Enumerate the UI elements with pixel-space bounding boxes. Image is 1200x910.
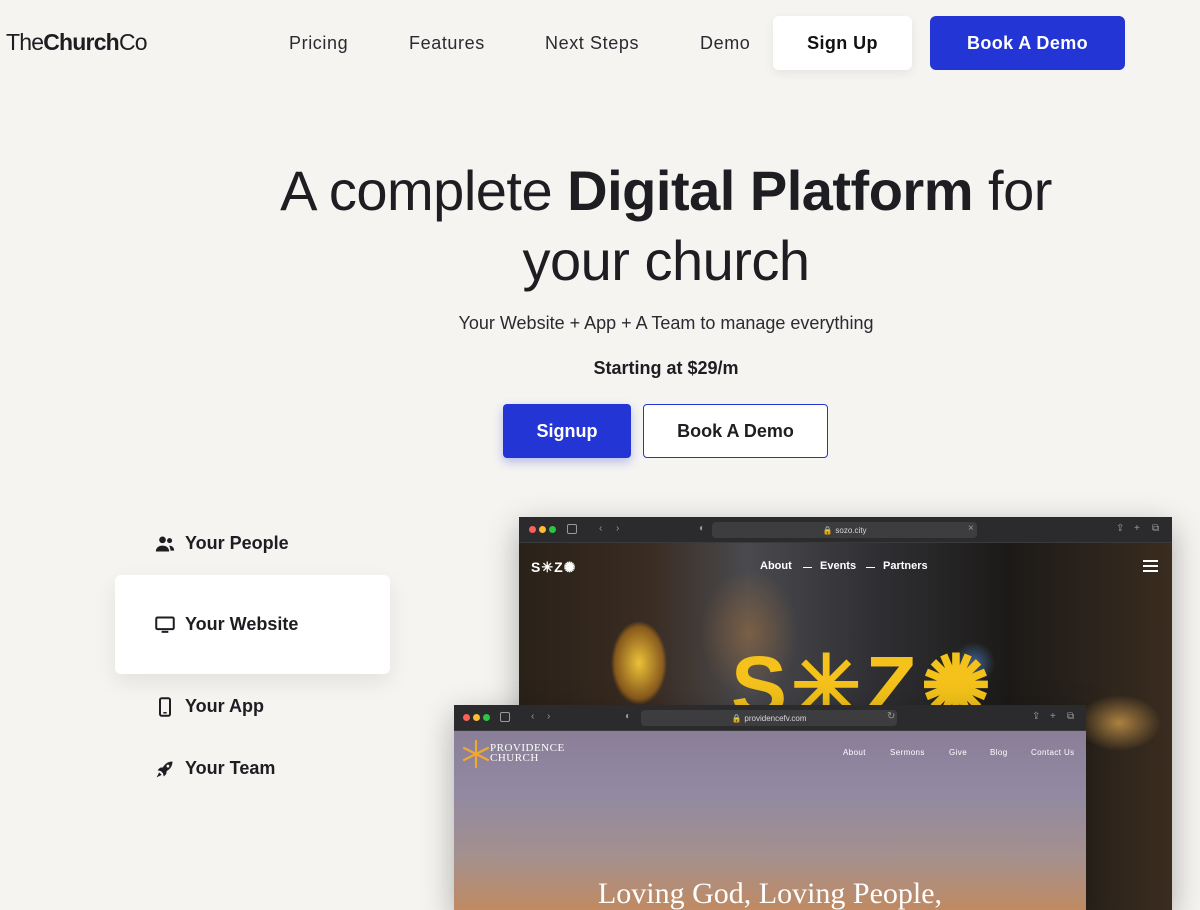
feature-label-app: Your App <box>185 696 264 716</box>
hero-title-bold: Digital Platform <box>567 159 973 222</box>
close-dot-icon <box>529 526 536 533</box>
tabs-icon: ⧉ <box>1152 523 1160 534</box>
providence-nav-contact: Contact Us <box>1031 748 1075 757</box>
hero-title-pre: A complete <box>280 159 568 222</box>
reload-icon: ↻ <box>887 711 896 722</box>
close-dot-icon <box>463 714 470 721</box>
providence-nav-sermons: Sermons <box>890 748 925 757</box>
feature-item-team[interactable]: Your Team <box>155 758 275 779</box>
shield-icon: ◐ <box>625 711 632 722</box>
nav-demo-link[interactable]: Demo <box>700 33 750 54</box>
brand-logo[interactable]: TheChurchCo <box>6 29 148 56</box>
back-chevron-icon: ‹ <box>531 711 535 722</box>
tabs-icon: ⧉ <box>1067 711 1075 722</box>
feature-item-app[interactable]: Your App <box>155 696 264 717</box>
forward-chevron-icon: › <box>616 523 620 534</box>
people-icon <box>155 536 175 551</box>
providence-nav-about: About <box>843 748 866 757</box>
feature-label-team: Your Team <box>185 758 276 778</box>
header-book-demo-button[interactable]: Book A Demo <box>930 16 1125 70</box>
hamburger-menu-icon <box>1143 560 1158 575</box>
logo-part-the: The <box>6 29 44 55</box>
rocket-icon <box>156 761 173 777</box>
browser-toolbar: ‹ › ◐ 🔒 sozo.city × ⇪ + ⧉ <box>519 517 1172 543</box>
providence-url-bar: 🔒 providencefv.com <box>641 710 897 726</box>
monitor-icon <box>155 616 175 633</box>
sozo-nav-divider <box>803 567 812 568</box>
share-icon: ⇪ <box>1116 523 1125 534</box>
sidebar-icon <box>500 712 510 722</box>
clear-x-icon: × <box>968 523 974 534</box>
sozo-url-bar: 🔒 sozo.city <box>712 522 977 538</box>
back-chevron-icon: ‹ <box>599 523 603 534</box>
header-sign-up-button[interactable]: Sign Up <box>773 16 912 70</box>
sidebar-icon <box>567 524 577 534</box>
providence-headline: Loving God, Loving People, <box>597 877 943 910</box>
hero-title-line2: your church <box>522 229 810 292</box>
hero-book-demo-button[interactable]: Book A Demo <box>643 404 828 458</box>
sozo-nav-divider <box>866 567 875 568</box>
providence-logo-line2: CHURCH <box>490 752 539 764</box>
logo-part-church: Church <box>43 29 120 55</box>
phone-icon <box>159 696 171 717</box>
maximize-dot-icon <box>549 526 556 533</box>
minimize-dot-icon <box>473 714 480 721</box>
providence-nav-give: Give <box>949 748 968 757</box>
lock-icon: 🔒 <box>731 713 742 723</box>
providence-nav-blog: Blog <box>990 748 1008 757</box>
sozo-url: sozo.city <box>835 525 867 535</box>
nav-features-link[interactable]: Features <box>409 33 485 54</box>
logo-part-co: Co <box>118 29 148 55</box>
hero-signup-button[interactable]: Signup <box>503 404 631 458</box>
hero-subtitle: Your Website + App + A Team to manage ev… <box>458 313 874 333</box>
feature-item-website[interactable]: Your Website <box>155 614 298 635</box>
providence-website-mockup: ‹ › ◐ 🔒 providencefv.com ↻ ⇪ + ⧉ PROVIDEN… <box>454 705 1086 910</box>
providence-url: providencefv.com <box>744 713 807 723</box>
feature-label-website: Your Website <box>185 614 299 634</box>
feature-label-people: Your People <box>185 533 289 553</box>
minimize-dot-icon <box>539 526 546 533</box>
new-tab-icon: + <box>1134 523 1140 534</box>
feature-item-people[interactable]: Your People <box>155 533 289 554</box>
hero-price: Starting at $29/m <box>593 358 739 378</box>
maximize-dot-icon <box>483 714 490 721</box>
browser-toolbar: ‹ › ◐ 🔒 providencefv.com ↻ ⇪ + ⧉ <box>454 705 1086 731</box>
providence-logo: PROVIDENCE CHURCH <box>490 743 565 764</box>
providence-star-icon <box>462 739 490 769</box>
nav-next-steps-link[interactable]: Next Steps <box>545 33 639 54</box>
new-tab-icon: + <box>1050 711 1056 722</box>
shield-icon: ◐ <box>699 523 706 534</box>
hero-title-post: for <box>973 159 1052 222</box>
share-icon: ⇪ <box>1032 711 1041 722</box>
lock-icon: 🔒 <box>822 525 833 535</box>
forward-chevron-icon: › <box>547 711 551 722</box>
sozo-nav-about: About <box>760 560 792 572</box>
nav-pricing-link[interactable]: Pricing <box>289 33 348 54</box>
sozo-logo: S✳Z✺ <box>531 559 577 575</box>
hero-title-line1: A complete Digital Platform for <box>0 158 1200 223</box>
sozo-nav-partners: Partners <box>883 560 928 572</box>
landing-page: TheChurchCo Pricing Features Next Steps … <box>0 0 1200 910</box>
sozo-nav-events: Events <box>820 560 857 572</box>
